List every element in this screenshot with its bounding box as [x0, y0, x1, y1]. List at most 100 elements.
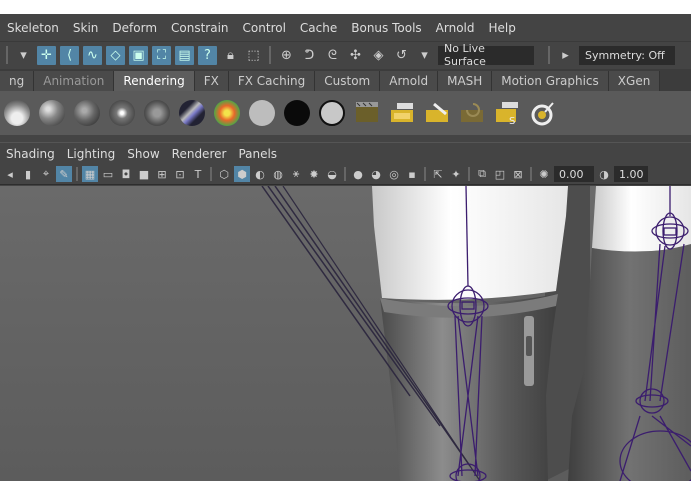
make-live-icon[interactable]: ▣: [129, 45, 148, 65]
main-menubar: Skeleton Skin Deform Constrain Control C…: [0, 14, 691, 41]
menu-skeleton[interactable]: Skeleton: [0, 21, 66, 35]
tab-partial[interactable]: ng: [0, 71, 35, 91]
viewport-scene: [0, 186, 691, 481]
black-sphere-icon[interactable]: [284, 100, 310, 126]
safe-action-icon[interactable]: ⊡: [172, 166, 188, 182]
3d-viewport[interactable]: [0, 186, 691, 481]
smooth-shade-icon[interactable]: ⬢: [234, 166, 250, 182]
render-target-icon[interactable]: [529, 100, 555, 126]
render-edit-icon[interactable]: [424, 100, 450, 126]
wireframe-icon[interactable]: ⬡: [216, 166, 232, 182]
reflection-icon[interactable]: ↺: [392, 46, 411, 65]
tab-animation[interactable]: Animation: [34, 71, 115, 91]
panel-menu-shading[interactable]: Shading: [0, 147, 61, 161]
exposure-field[interactable]: 0.00: [554, 166, 594, 182]
tab-custom[interactable]: Custom: [315, 71, 381, 91]
render-region-icon[interactable]: [354, 100, 380, 126]
lasso-icon[interactable]: ᕤ: [300, 46, 319, 65]
menu-bonus-tools[interactable]: Bonus Tools: [344, 21, 428, 35]
panel-menu-lighting[interactable]: Lighting: [61, 147, 122, 161]
menu-help[interactable]: Help: [482, 21, 523, 35]
help-icon[interactable]: ?: [198, 45, 217, 65]
anti-alias-icon[interactable]: ◕: [368, 166, 384, 182]
tab-arnold[interactable]: Arnold: [380, 71, 439, 91]
field-chart-icon[interactable]: ⊞: [154, 166, 170, 182]
batch-render-icon[interactable]: [389, 100, 415, 126]
depth-of-field-icon[interactable]: ◎: [386, 166, 402, 182]
menu-deform[interactable]: Deform: [105, 21, 164, 35]
safe-title-icon[interactable]: T: [190, 166, 206, 182]
use-lights-icon[interactable]: ⚹: [288, 166, 304, 182]
gate-mask-icon[interactable]: ■: [136, 166, 152, 182]
paint-select-icon[interactable]: ᘓ: [323, 46, 342, 65]
white-outline-sphere-icon[interactable]: [319, 100, 345, 126]
live-surface-field[interactable]: No Live Surface: [438, 42, 534, 68]
lambert-sphere-icon[interactable]: [4, 100, 30, 126]
panel-menu-renderer[interactable]: Renderer: [166, 147, 233, 161]
status-line: ▾ ✛ ⟨ ∿ ◇ ▣ ⛶ ▤ ? 🔒︎ ⬚ ⊕ ᕤ ᘓ ✣ ◈ ↺ ▾ No …: [0, 41, 691, 68]
anisotropic-sphere-icon[interactable]: [109, 100, 135, 126]
lock-icon[interactable]: 🔒︎: [221, 46, 240, 65]
ramp-sphere-icon[interactable]: [179, 100, 205, 126]
divider: [424, 167, 426, 181]
textured-icon[interactable]: ◍: [270, 166, 286, 182]
snap-together-icon[interactable]: ⊕: [277, 46, 296, 65]
dropdown-arrow-icon[interactable]: ▾: [415, 46, 434, 65]
isolate-select-icon[interactable]: ▪: [404, 166, 420, 182]
snap-point-icon[interactable]: ∿: [83, 45, 102, 65]
white-sphere-icon[interactable]: [249, 100, 275, 126]
toggle-hud-icon[interactable]: ⊠: [510, 166, 526, 182]
shadows-icon[interactable]: ✸: [306, 166, 322, 182]
display-layers-icon[interactable]: ◰: [492, 166, 508, 182]
blinn-sphere-icon[interactable]: [39, 100, 65, 126]
snap-grid-icon[interactable]: ✛: [37, 45, 56, 65]
tab-fx-caching[interactable]: FX Caching: [228, 71, 316, 91]
render-view-icon[interactable]: ▤: [175, 45, 194, 65]
image-plane-icon[interactable]: ⌖: [38, 166, 54, 182]
color-sphere-icon[interactable]: [214, 100, 240, 126]
shelf-tabs: ng Animation Rendering FX FX Caching Cus…: [0, 69, 691, 91]
tab-motion-graphics[interactable]: Motion Graphics: [492, 71, 609, 91]
exposure-icon[interactable]: ✺: [536, 166, 552, 182]
bookmark-icon[interactable]: ▮: [20, 166, 36, 182]
tab-xgen[interactable]: XGen: [608, 71, 661, 91]
phong-sphere-icon[interactable]: [74, 100, 100, 126]
menu-cache[interactable]: Cache: [293, 21, 344, 35]
xray-joints-icon[interactable]: ✦: [448, 166, 464, 182]
dropdown-arrow-icon[interactable]: ▾: [14, 46, 33, 65]
menu-control[interactable]: Control: [236, 21, 293, 35]
surface-shader-sphere-icon[interactable]: [144, 100, 170, 126]
tab-fx[interactable]: FX: [194, 71, 229, 91]
camera-attributes-icon[interactable]: ◂: [2, 166, 18, 182]
symmetry-dropdown[interactable]: Symmetry: Off: [579, 45, 675, 65]
wireframe-on-shaded-icon[interactable]: ◐: [252, 166, 268, 182]
tweak-icon[interactable]: ◈: [369, 46, 388, 65]
symmetry-arrow-icon[interactable]: ▸: [556, 46, 575, 65]
tab-mash[interactable]: MASH: [438, 71, 493, 91]
panel-menu-panels[interactable]: Panels: [232, 147, 283, 161]
tab-rendering[interactable]: Rendering: [114, 71, 195, 91]
divider: [468, 167, 470, 181]
panel-menubar: Shading Lighting Show Renderer Panels: [0, 142, 691, 165]
resolution-gate-icon[interactable]: ◘: [118, 166, 134, 182]
ambient-occlusion-icon[interactable]: ◒: [324, 166, 340, 182]
grid-icon[interactable]: ▦: [82, 166, 98, 182]
menu-skin[interactable]: Skin: [66, 21, 106, 35]
gamma-icon[interactable]: ◑: [596, 166, 612, 182]
snap-curve-icon[interactable]: ⟨: [60, 45, 79, 65]
grease-pencil-icon[interactable]: ✎: [56, 166, 72, 182]
panel-menu-show[interactable]: Show: [121, 147, 165, 161]
film-gate-icon[interactable]: ▭: [100, 166, 116, 182]
gamma-field[interactable]: 1.00: [614, 166, 648, 182]
menu-constrain[interactable]: Constrain: [164, 21, 236, 35]
render-refresh-icon[interactable]: [459, 100, 485, 126]
xray-icon[interactable]: ⇱: [430, 166, 446, 182]
render-settings-icon[interactable]: ⛶: [152, 45, 171, 65]
select-cursor-icon[interactable]: ⬚: [244, 46, 263, 65]
menu-arnold[interactable]: Arnold: [429, 21, 482, 35]
soft-select-icon[interactable]: ✣: [346, 46, 365, 65]
snap-view-plane-icon[interactable]: ◇: [106, 45, 125, 65]
render-sequence-icon[interactable]: S: [494, 100, 520, 126]
motion-blur-icon[interactable]: ●: [350, 166, 366, 182]
backface-culling-icon[interactable]: ⧉: [474, 166, 490, 182]
